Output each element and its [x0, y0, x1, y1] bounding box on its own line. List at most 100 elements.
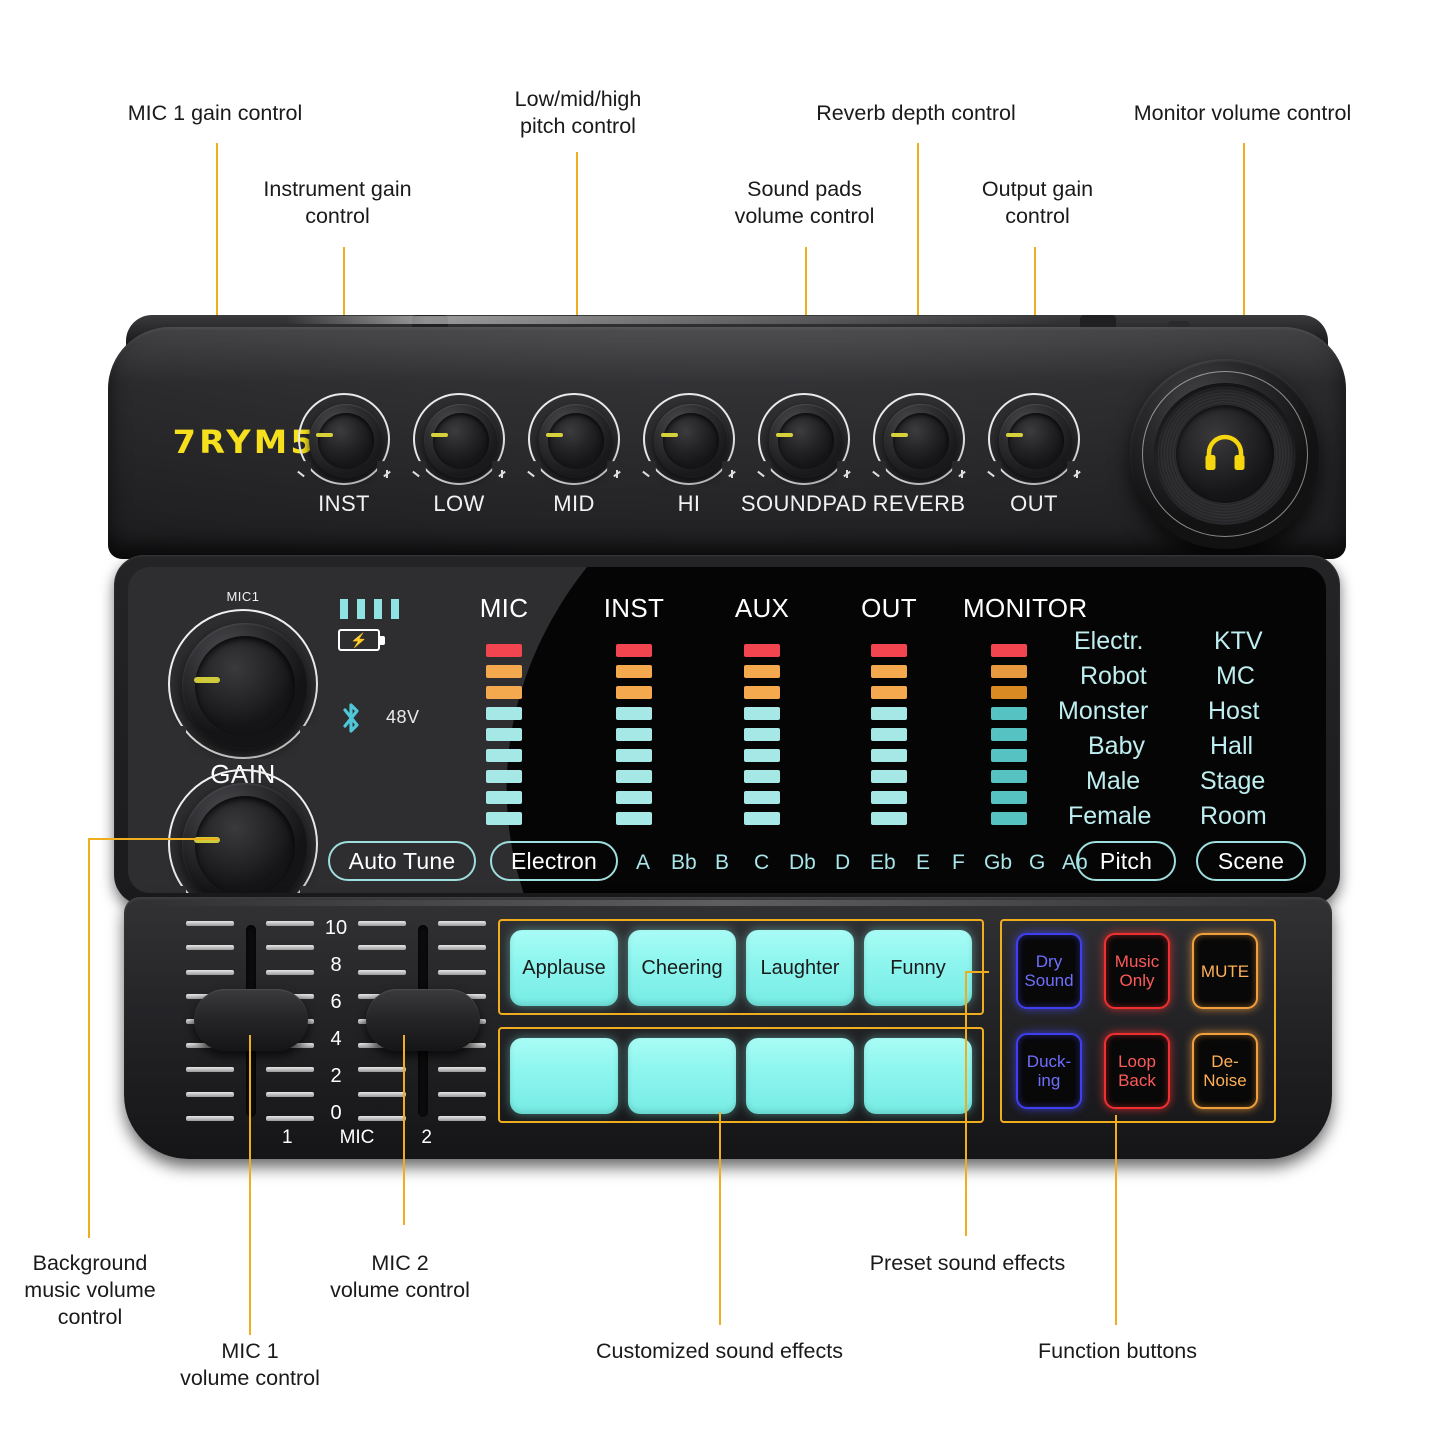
aux-volume-knob[interactable]: AUX [168, 769, 318, 893]
electron-preset-button[interactable]: Electron [490, 841, 618, 881]
effect-mc[interactable]: MC [1216, 662, 1255, 691]
leader-bgm-v [88, 838, 90, 1238]
auto-tune-button[interactable]: Auto Tune [328, 841, 476, 881]
pad-custom-2[interactable] [628, 1038, 736, 1114]
callout-eq: Low/mid/high pitch control [514, 87, 642, 138]
leader-preset-fx-v [965, 971, 967, 1236]
fader-handle[interactable] [366, 989, 480, 1051]
preset-pads-group: Applause Cheering Laughter Funny [498, 919, 984, 1015]
key-g[interactable]: G [1029, 851, 1045, 875]
pad-custom-4[interactable] [864, 1038, 972, 1114]
mic1-label: MIC1 [226, 589, 260, 604]
key-b[interactable]: B [715, 851, 729, 875]
pitch-button[interactable]: Pitch [1076, 841, 1176, 881]
knob-indicator [1006, 433, 1023, 437]
key-eb[interactable]: Eb [870, 851, 896, 875]
effect-female[interactable]: Female [1068, 802, 1151, 831]
knob-soundpad[interactable]: SOUNDPAD [741, 393, 867, 516]
meter-title-aux: AUX [734, 593, 790, 623]
leader-preset-fx-h [965, 971, 989, 973]
effect-hall[interactable]: Hall [1210, 732, 1253, 761]
callout-mic1-gain: MIC 1 gain control [127, 101, 303, 125]
knob-hi[interactable]: HI [642, 393, 736, 516]
effect-robot[interactable]: Robot [1080, 662, 1147, 691]
pad-funny[interactable]: Funny [864, 930, 972, 1006]
pad-custom-3[interactable] [746, 1038, 854, 1114]
mic1-gain-knob[interactable]: MIC1 GAIN [168, 589, 318, 789]
meter-out: OUT [843, 593, 935, 825]
btn-ducking[interactable]: Duck- ing [1016, 1033, 1082, 1109]
meter-title-monitor: MONITOR [963, 593, 1088, 623]
knob-label-mid: MID [553, 491, 595, 516]
knob-low[interactable]: LOW [412, 393, 506, 516]
key-a[interactable]: A [636, 851, 650, 875]
knob-indicator [776, 433, 793, 437]
btn-dry-sound[interactable]: Dry Sound [1016, 933, 1082, 1009]
knob-inst[interactable]: INST [297, 393, 391, 516]
knob-label-low: LOW [433, 491, 485, 516]
battery-level-bars [340, 599, 399, 619]
key-gb[interactable]: Gb [984, 851, 1012, 875]
leader-bgm-h [88, 838, 218, 840]
knob-label-hi: HI [677, 491, 701, 516]
fader-legend-2: 2 [421, 1127, 432, 1148]
mic2-volume-fader[interactable] [358, 921, 486, 1121]
knob-label-out: OUT [1010, 491, 1058, 516]
knob-indicator [194, 677, 220, 683]
effect-electr[interactable]: Electr. [1074, 627, 1143, 656]
scale-4: 4 [330, 1028, 342, 1050]
effect-ktv[interactable]: KTV [1214, 627, 1263, 656]
meter-aux: AUX [716, 593, 808, 825]
knob-indicator [891, 433, 908, 437]
effect-stage[interactable]: Stage [1200, 767, 1265, 796]
top-control-panel: 7RYM5 INST LOW MID HI SOUNDPAD REVERB OU… [108, 327, 1346, 559]
bottom-control-panel: 10 8 6 4 2 0 1 MIC 2 Applause Cheering L… [124, 897, 1332, 1159]
brand-logo: 7RYM5 [172, 423, 317, 461]
battery-charging-icon: ⚡ [338, 629, 385, 651]
effect-male[interactable]: Male [1086, 767, 1140, 796]
pad-custom-1[interactable] [510, 1038, 618, 1114]
meter-title-mic: MIC [479, 593, 529, 623]
pad-cheering[interactable]: Cheering [628, 930, 736, 1006]
callout-mic1-vol: MIC 1 volume control [180, 1339, 320, 1390]
effect-baby[interactable]: Baby [1088, 732, 1145, 761]
knob-reverb[interactable]: REVERB [872, 393, 966, 516]
pad-laughter[interactable]: Laughter [746, 930, 854, 1006]
btn-loop-back[interactable]: Loop Back [1104, 1033, 1170, 1109]
phantom-power-label: 48V [386, 707, 420, 727]
effect-host[interactable]: Host [1208, 697, 1259, 726]
leader-mic1-vol [249, 1035, 251, 1335]
key-d[interactable]: D [835, 851, 850, 875]
callout-bgm: Background music volume control [24, 1251, 156, 1329]
callout-mic2-vol: MIC 2 volume control [330, 1251, 470, 1302]
key-db[interactable]: Db [789, 851, 816, 875]
key-bb[interactable]: Bb [671, 851, 697, 875]
meter-segments [716, 644, 808, 825]
fader-handle[interactable] [194, 989, 308, 1051]
callout-custom-fx: Customized sound effects [596, 1339, 843, 1363]
btn-music-only[interactable]: Music Only [1104, 933, 1170, 1009]
headphones-icon [1203, 433, 1247, 476]
key-e[interactable]: E [916, 851, 930, 875]
scale-0: 0 [330, 1102, 342, 1124]
knob-label-reverb: REVERB [872, 491, 966, 516]
key-c[interactable]: C [754, 851, 769, 875]
scale-10: 10 [324, 917, 348, 939]
custom-pads-group [498, 1027, 984, 1123]
knob-mid[interactable]: MID [527, 393, 621, 516]
scene-button[interactable]: Scene [1196, 841, 1306, 881]
knob-indicator [316, 433, 333, 437]
btn-de-noise[interactable]: De- Noise [1192, 1033, 1258, 1109]
pad-applause[interactable]: Applause [510, 930, 618, 1006]
knob-out[interactable]: OUT [987, 393, 1081, 516]
meter-segments [843, 644, 935, 825]
knob-indicator [661, 433, 678, 437]
monitor-volume-knob[interactable] [1130, 359, 1320, 549]
btn-mute[interactable]: MUTE [1192, 933, 1258, 1009]
callout-function-buttons: Function buttons [1038, 1339, 1197, 1363]
key-f[interactable]: F [952, 851, 965, 875]
meter-segments [588, 644, 680, 825]
effect-room[interactable]: Room [1200, 802, 1267, 831]
effect-monster[interactable]: Monster [1058, 697, 1148, 726]
meter-segments [458, 644, 550, 825]
